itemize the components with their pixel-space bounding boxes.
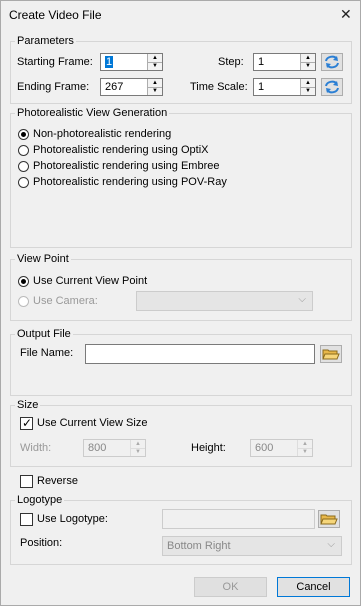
sync-arrows-icon bbox=[325, 55, 339, 69]
non-photorealistic-label[interactable]: Non-photorealistic rendering bbox=[33, 128, 171, 140]
step-sync-button[interactable] bbox=[321, 53, 343, 71]
position-select[interactable]: Bottom Right ⌵ bbox=[162, 536, 342, 556]
file-name-input[interactable] bbox=[85, 344, 315, 364]
camera-select[interactable]: ⌵ bbox=[136, 291, 313, 311]
use-current-view-point-label[interactable]: Use Current View Point bbox=[33, 275, 147, 287]
logotype-path-input[interactable] bbox=[162, 509, 315, 529]
cancel-button[interactable]: Cancel bbox=[277, 577, 350, 597]
time-scale-sync-button[interactable] bbox=[321, 78, 343, 96]
ending-frame-value[interactable]: 267 bbox=[105, 81, 123, 93]
non-photorealistic-radio[interactable] bbox=[18, 129, 29, 140]
spin-down-icon[interactable]: ▼ bbox=[298, 448, 312, 456]
starting-frame-spinner[interactable]: 1 ▲ ▼ bbox=[100, 53, 163, 71]
step-spinner[interactable]: 1 ▲ ▼ bbox=[253, 53, 316, 71]
sync-arrows-icon bbox=[325, 80, 339, 94]
starting-frame-value[interactable]: 1 bbox=[105, 56, 114, 68]
size-group bbox=[10, 405, 352, 467]
use-logotype-label[interactable]: Use Logotype: bbox=[37, 513, 108, 525]
width-label: Width: bbox=[20, 442, 52, 454]
use-current-view-point-radio[interactable] bbox=[18, 276, 29, 287]
view-point-group-label: View Point bbox=[15, 253, 71, 265]
step-label: Step: bbox=[218, 56, 244, 68]
logotype-group-label: Logotype bbox=[15, 494, 65, 506]
photorealistic-group-label: Photorealistic View Generation bbox=[15, 107, 170, 119]
povray-label[interactable]: Photorealistic rendering using POV-Ray bbox=[33, 176, 227, 188]
position-select-value: Bottom Right bbox=[167, 540, 231, 552]
embree-radio[interactable] bbox=[18, 161, 29, 172]
height-spinner[interactable]: 600 ▲ ▼ bbox=[250, 439, 313, 457]
optix-label[interactable]: Photorealistic rendering using OptiX bbox=[33, 144, 208, 156]
use-current-view-size-label[interactable]: Use Current View Size bbox=[37, 417, 147, 429]
width-value[interactable]: 800 bbox=[88, 442, 106, 454]
time-scale-spinner[interactable]: 1 ▲ ▼ bbox=[253, 78, 316, 96]
height-label: Height: bbox=[191, 442, 226, 454]
starting-frame-label: Starting Frame: bbox=[17, 56, 93, 68]
povray-radio[interactable] bbox=[18, 177, 29, 188]
spin-down-icon[interactable]: ▼ bbox=[148, 62, 162, 70]
reverse-label[interactable]: Reverse bbox=[37, 475, 78, 487]
chevron-down-icon: ⌵ bbox=[327, 539, 335, 550]
use-current-view-size-checkbox[interactable] bbox=[20, 416, 33, 430]
browse-output-button[interactable] bbox=[320, 345, 342, 363]
height-value[interactable]: 600 bbox=[255, 442, 273, 454]
embree-label[interactable]: Photorealistic rendering using Embree bbox=[33, 160, 220, 172]
position-label: Position: bbox=[20, 537, 63, 549]
chevron-down-icon: ⌵ bbox=[298, 294, 306, 305]
view-point-group bbox=[10, 259, 352, 321]
spin-down-icon[interactable]: ▼ bbox=[131, 448, 145, 456]
reverse-checkbox[interactable] bbox=[20, 475, 33, 488]
folder-open-icon bbox=[322, 349, 340, 360]
spin-down-icon[interactable]: ▼ bbox=[148, 87, 162, 95]
optix-radio[interactable] bbox=[18, 145, 29, 156]
time-scale-value[interactable]: 1 bbox=[258, 81, 264, 93]
spin-down-icon[interactable]: ▼ bbox=[301, 87, 315, 95]
parameters-group-label: Parameters bbox=[15, 35, 76, 47]
folder-open-icon bbox=[320, 514, 338, 525]
time-scale-label: Time Scale: bbox=[190, 81, 248, 93]
size-group-label: Size bbox=[15, 399, 41, 411]
use-camera-label[interactable]: Use Camera: bbox=[33, 295, 98, 307]
close-icon[interactable]: ✕ bbox=[340, 6, 352, 23]
browse-logotype-button[interactable] bbox=[318, 510, 340, 528]
ok-button[interactable]: OK bbox=[194, 577, 267, 597]
use-camera-radio[interactable] bbox=[18, 296, 29, 307]
output-file-group-label: Output File bbox=[15, 328, 73, 340]
dialog-title: Create Video File bbox=[9, 8, 102, 22]
step-value[interactable]: 1 bbox=[258, 56, 264, 68]
file-name-label: File Name: bbox=[20, 347, 74, 359]
use-logotype-checkbox[interactable] bbox=[20, 513, 33, 526]
ending-frame-label: Ending Frame: bbox=[17, 81, 90, 93]
spin-down-icon[interactable]: ▼ bbox=[301, 62, 315, 70]
ending-frame-spinner[interactable]: 267 ▲ ▼ bbox=[100, 78, 163, 96]
width-spinner[interactable]: 800 ▲ ▼ bbox=[83, 439, 146, 457]
